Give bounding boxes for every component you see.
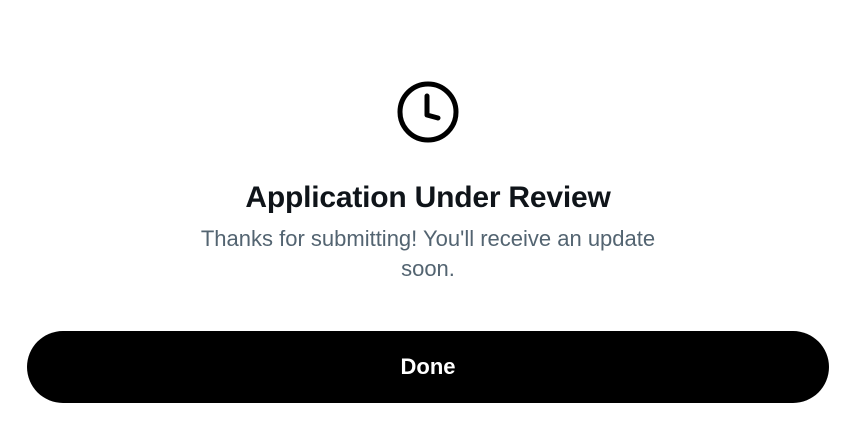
dialog-message: Thanks for submitting! You'll receive an… bbox=[200, 226, 656, 281]
review-status-dialog: Application Under Review Thanks for subm… bbox=[0, 0, 856, 440]
dialog-title: Application Under Review bbox=[245, 181, 611, 214]
done-button[interactable]: Done bbox=[27, 331, 829, 403]
clock-icon bbox=[396, 80, 460, 144]
